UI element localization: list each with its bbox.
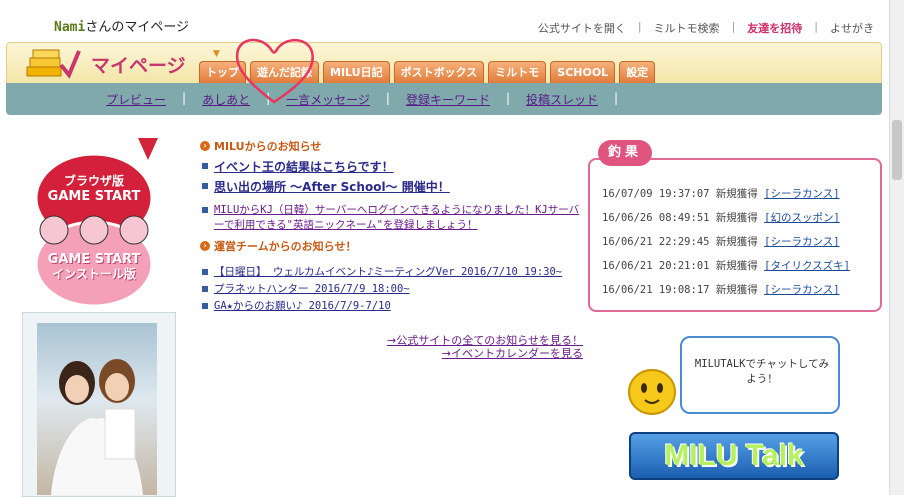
news-link[interactable]: MILUからKJ（日韓）サーバーへログインできるようになりました！KJサーバーで…	[214, 202, 585, 232]
fish-link[interactable]: [シーラカンス]	[764, 284, 839, 296]
list-item: MILUからKJ（日韓）サーバーへログインできるようになりました！KJサーバーで…	[202, 202, 585, 232]
all-news-link[interactable]: →公式サイトの全てのお知らせを見る！	[345, 334, 583, 347]
tab-settings[interactable]: 設定	[619, 61, 656, 83]
yosegaki-link[interactable]: よせがき	[830, 20, 874, 36]
list-item: 16/06/26 08:49:51 新規獲得 [幻のスッポン]	[602, 212, 840, 224]
milu-talk-button[interactable]: MILU Talk	[629, 432, 839, 480]
list-item: 16/06/21 19:08:17 新規獲得 [シーラカンス]	[602, 284, 840, 296]
more-links: →公式サイトの全てのお知らせを見る！ →イベントカレンダーを見る	[345, 334, 583, 360]
subnav-keywords[interactable]: 登録キーワード	[406, 91, 490, 108]
badge-game-start-bottom: GAME START	[47, 252, 141, 267]
tab-postbox[interactable]: ポストボックス	[393, 61, 485, 83]
news-panel: › MILUからのお知らせ イベント王の結果はこちらです！ 思い出の場所 〜Aft…	[200, 138, 585, 313]
tab-milu-diary[interactable]: MILU日記	[323, 61, 390, 83]
avatar-photo-frame	[22, 312, 176, 497]
page-heading: マイページ	[91, 55, 186, 77]
fish-link[interactable]: [タイリクスズキ]	[764, 260, 850, 272]
news-link[interactable]: イベント王の結果はこちらです！	[214, 158, 394, 175]
chat-speech-bubble: MILUTALKでチャットしてみよう！	[680, 336, 840, 414]
list-item: 【日曜日】 ウェルカムイベント♪ミーティングVer 2016/7/10 19:3…	[202, 264, 585, 279]
fish-link[interactable]: [幻のスッポン]	[764, 212, 840, 224]
list-item: 16/06/21 22:29:45 新規獲得 [シーラカンス]	[602, 236, 840, 248]
badge-install-label: インストール版	[52, 267, 136, 281]
subnav-preview[interactable]: プレビュー	[106, 91, 166, 108]
tab-milutomo[interactable]: ミルトモ	[488, 61, 547, 83]
smiley-icon	[628, 369, 676, 415]
milu-talk-label: MILU Talk	[664, 439, 804, 472]
event-calendar-link[interactable]: →イベントカレンダーを見る	[345, 347, 583, 360]
books-icon	[26, 49, 81, 79]
fishing-results-box: 16/07/09 19:37:07 新規獲得 [シーラカンス] 16/06/26…	[588, 158, 882, 312]
user-name: Nami	[54, 20, 86, 35]
sub-navigation: プレビュー | あしあと | 一言メッセージ | 登録キーワード | 投稿スレッド |	[6, 83, 882, 115]
badge-game-start-top: GAME START	[47, 189, 141, 204]
list-item: 16/07/09 19:37:07 新規獲得 [シーラカンス]	[602, 188, 840, 200]
arrow-icon: ›	[200, 241, 210, 251]
list-item: GA★からのお願い♪ 2016/7/9-7/10	[202, 298, 585, 313]
fishing-label: 釣果	[598, 140, 652, 166]
news-link[interactable]: 【日曜日】 ウェルカムイベント♪ミーティングVer 2016/7/10 19:3…	[214, 264, 562, 279]
milu-news-heading: › MILUからのお知らせ	[200, 138, 585, 154]
game-start-badge[interactable]: ブラウザ版 GAME START GAME START インストール版	[34, 136, 164, 308]
list-item: イベント王の結果はこちらです！	[202, 158, 585, 175]
vertical-scrollbar[interactable]	[889, 0, 904, 495]
title-suffix: さんのマイページ	[85, 20, 190, 35]
fish-link[interactable]: [シーラカンス]	[764, 236, 839, 248]
official-site-link[interactable]: 公式サイトを開く	[538, 20, 626, 36]
list-item: プラネットハンター 2016/7/9 18:00~	[202, 281, 585, 296]
news-link[interactable]: 思い出の場所 〜After School〜 開催中！	[214, 178, 450, 195]
heart-doodle	[235, 38, 314, 104]
arrow-icon: ›	[200, 141, 210, 151]
page-owner-title: Namiさんのマイページ	[54, 16, 189, 35]
top-links: 公式サイトを開く | ミルトモ検索 | 友達を招待 | よせがき	[537, 20, 874, 36]
tab-school[interactable]: SCHOOL	[550, 61, 616, 83]
milutomo-search-link[interactable]: ミルトモ検索	[654, 20, 720, 36]
news-link[interactable]: プラネットハンター 2016/7/9 18:00~	[214, 281, 410, 296]
list-item: 16/06/21 20:21:01 新規獲得 [タイリクスズキ]	[602, 260, 850, 272]
news-link[interactable]: GA★からのお願い♪ 2016/7/9-7/10	[214, 298, 391, 313]
list-item: 思い出の場所 〜After School〜 開催中！	[202, 178, 585, 195]
badge-browser-label: ブラウザ版	[63, 174, 124, 188]
invite-friend-link[interactable]: 友達を招待	[747, 20, 802, 36]
scrollbar-thumb[interactable]	[892, 120, 902, 180]
caret-icon: ▼	[213, 49, 220, 59]
mypage-header: マイページ ▼ トップ 遊んだ記録 MILU日記 ポストボックス ミルトモ SC…	[6, 42, 882, 84]
avatar-photo	[37, 323, 157, 495]
fish-link[interactable]: [シーラカンス]	[764, 188, 839, 200]
team-news-heading: › 運営チームからのお知らせ！	[200, 238, 585, 254]
game-start-graphic	[34, 138, 158, 308]
subnav-threads[interactable]: 投稿スレッド	[526, 91, 598, 108]
chat-bubble-text: MILUTALKでチャットしてみよう！	[694, 358, 830, 385]
